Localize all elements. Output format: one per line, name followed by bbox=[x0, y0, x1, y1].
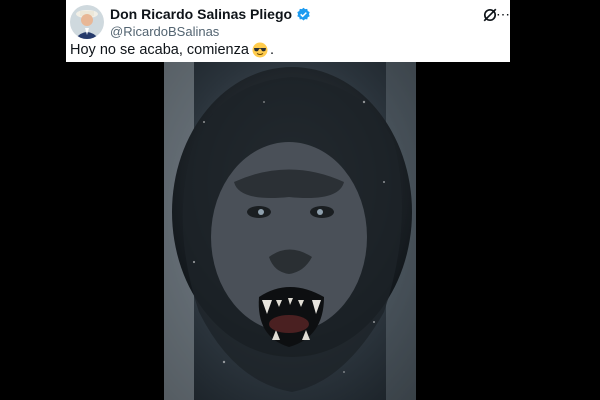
lion-icon bbox=[164, 62, 416, 400]
author-handle[interactable]: @RicardoBSalinas bbox=[110, 24, 219, 39]
author-row: Don Ricardo Salinas Pliego bbox=[110, 6, 311, 22]
tweet-text-tail: . bbox=[269, 42, 274, 58]
avatar[interactable] bbox=[70, 5, 104, 39]
sunglasses-emoji-icon bbox=[252, 42, 268, 58]
author-name[interactable]: Don Ricardo Salinas Pliego bbox=[110, 6, 292, 22]
verified-badge-icon bbox=[296, 7, 311, 22]
tweet-text-content: Hoy no se acaba, comienza bbox=[70, 42, 249, 58]
tweet-card[interactable]: Don Ricardo Salinas Pliego @RicardoBSali… bbox=[66, 0, 510, 62]
more-icon[interactable]: ⋯ bbox=[496, 6, 510, 23]
tweet-media-image[interactable] bbox=[164, 62, 416, 400]
tweet-text: Hoy no se acaba, comienza . bbox=[70, 42, 274, 58]
